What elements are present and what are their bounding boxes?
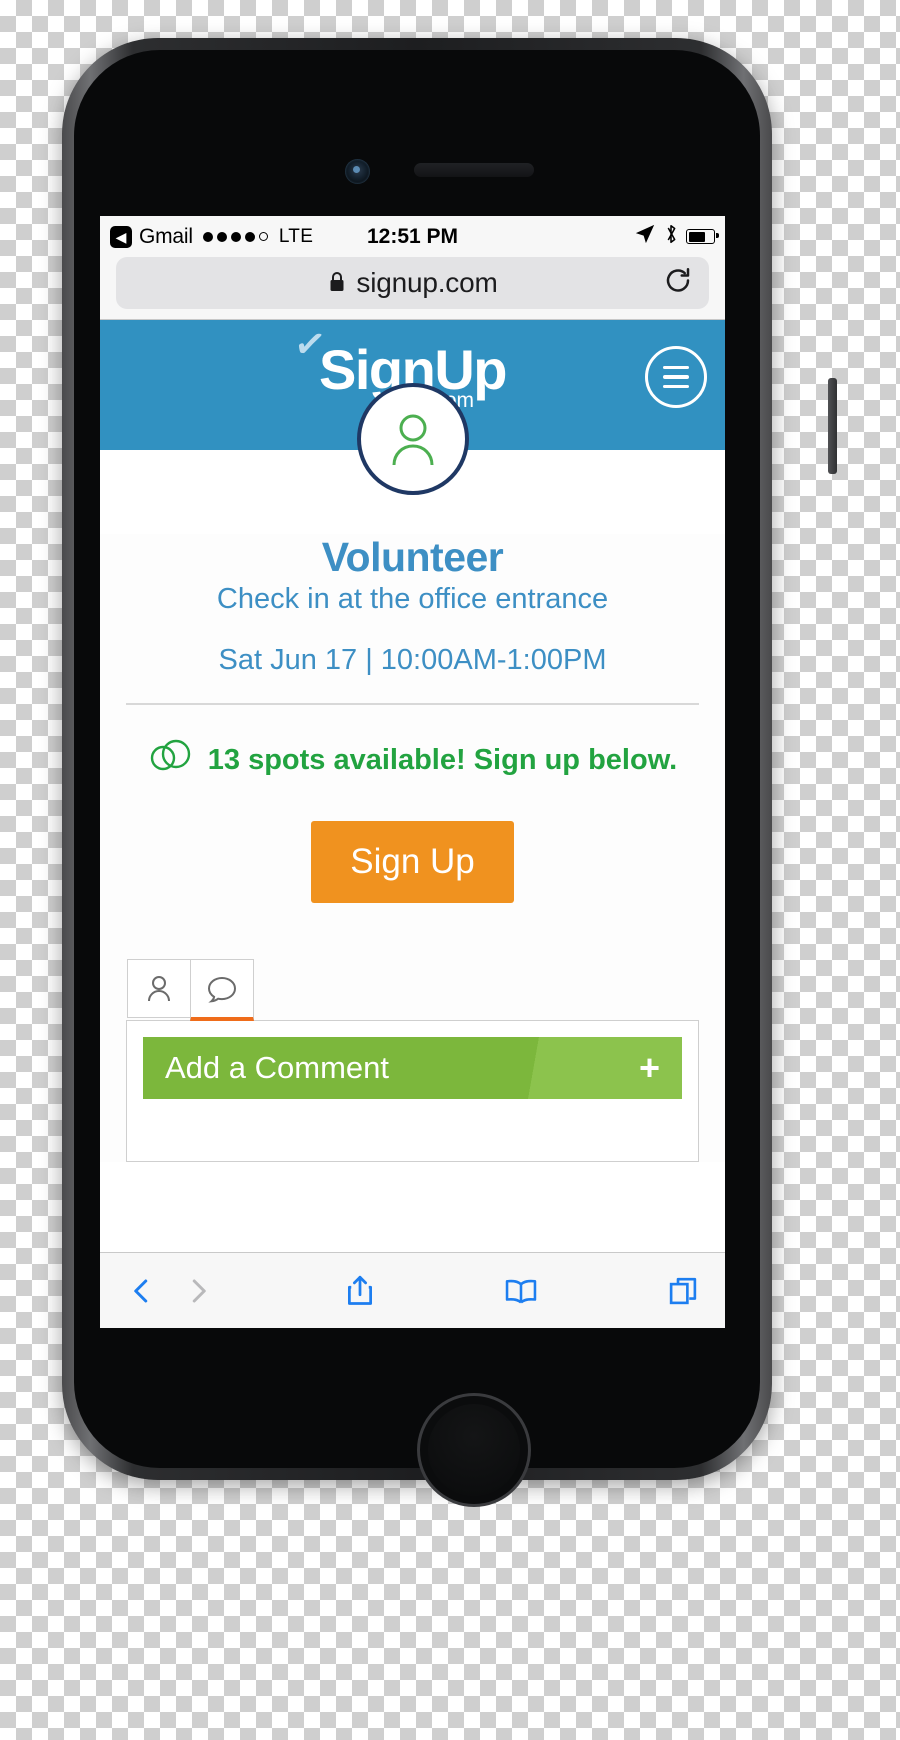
signal-strength-icon xyxy=(202,231,268,242)
earpiece-speaker xyxy=(414,163,534,177)
url-bar[interactable]: signup.com xyxy=(116,257,709,309)
browser-back-button[interactable] xyxy=(114,1263,170,1319)
url-label: signup.com xyxy=(356,267,498,298)
tab-bar xyxy=(126,959,699,1021)
comments-panel: Add a Comment + xyxy=(126,1020,699,1162)
phone-screen: ◀ Gmail LTE 12:51 PM signup.com ✓ SignUp… xyxy=(100,216,725,1328)
ios-status-bar: ◀ Gmail LTE 12:51 PM xyxy=(100,216,725,257)
avatar-container xyxy=(100,383,725,512)
event-subtitle: Check in at the office entrance xyxy=(216,583,609,615)
url-text-group: signup.com xyxy=(327,267,498,301)
location-arrow-icon xyxy=(634,223,656,251)
sign-up-button[interactable]: Sign Up xyxy=(311,821,514,903)
comment-bubble-icon xyxy=(207,976,237,1003)
person-icon xyxy=(392,414,433,466)
check-mark-icon: ✓ xyxy=(291,322,328,368)
add-comment-button[interactable]: Add a Comment + xyxy=(143,1037,682,1099)
status-right-group xyxy=(634,223,719,251)
return-to-app-label[interactable]: Gmail xyxy=(139,225,193,249)
browser-forward-button[interactable] xyxy=(170,1263,226,1319)
battery-icon xyxy=(686,229,719,244)
plus-icon: + xyxy=(638,1047,660,1088)
browser-url-bar-container: signup.com xyxy=(100,257,725,319)
section-divider xyxy=(126,703,699,705)
bookmarks-button[interactable] xyxy=(493,1263,549,1319)
hamburger-menu-icon[interactable] xyxy=(645,346,707,408)
person-icon xyxy=(148,975,170,1001)
safari-toolbar xyxy=(100,1252,725,1328)
back-chevron-icon[interactable]: ◀ xyxy=(110,225,132,248)
spots-circles-icon xyxy=(148,739,192,781)
reload-icon[interactable] xyxy=(663,266,693,301)
tab-participants[interactable] xyxy=(127,959,191,1018)
bluetooth-icon xyxy=(664,223,678,251)
network-type-label: LTE xyxy=(278,225,314,247)
event-datetime: Sat Jun 17 | 10:00AM-1:00PM xyxy=(218,644,607,676)
front-camera-icon xyxy=(345,159,370,184)
add-comment-label: Add a Comment xyxy=(165,1050,389,1085)
availability-row: 13 spots available! Sign up below. xyxy=(126,739,699,781)
tab-comments[interactable] xyxy=(190,959,254,1021)
avatar xyxy=(356,383,469,495)
availability-message: 13 spots available! Sign up below. xyxy=(207,743,678,776)
share-button[interactable] xyxy=(332,1263,388,1319)
tabs-button[interactable] xyxy=(655,1263,711,1319)
page-title: Volunteer xyxy=(321,534,504,580)
status-left-group: ◀ Gmail LTE xyxy=(110,225,313,249)
home-button[interactable] xyxy=(417,1393,531,1507)
lock-icon xyxy=(327,269,347,301)
power-button[interactable] xyxy=(828,378,837,474)
event-content: Volunteer Check in at the office entranc… xyxy=(100,534,725,1162)
